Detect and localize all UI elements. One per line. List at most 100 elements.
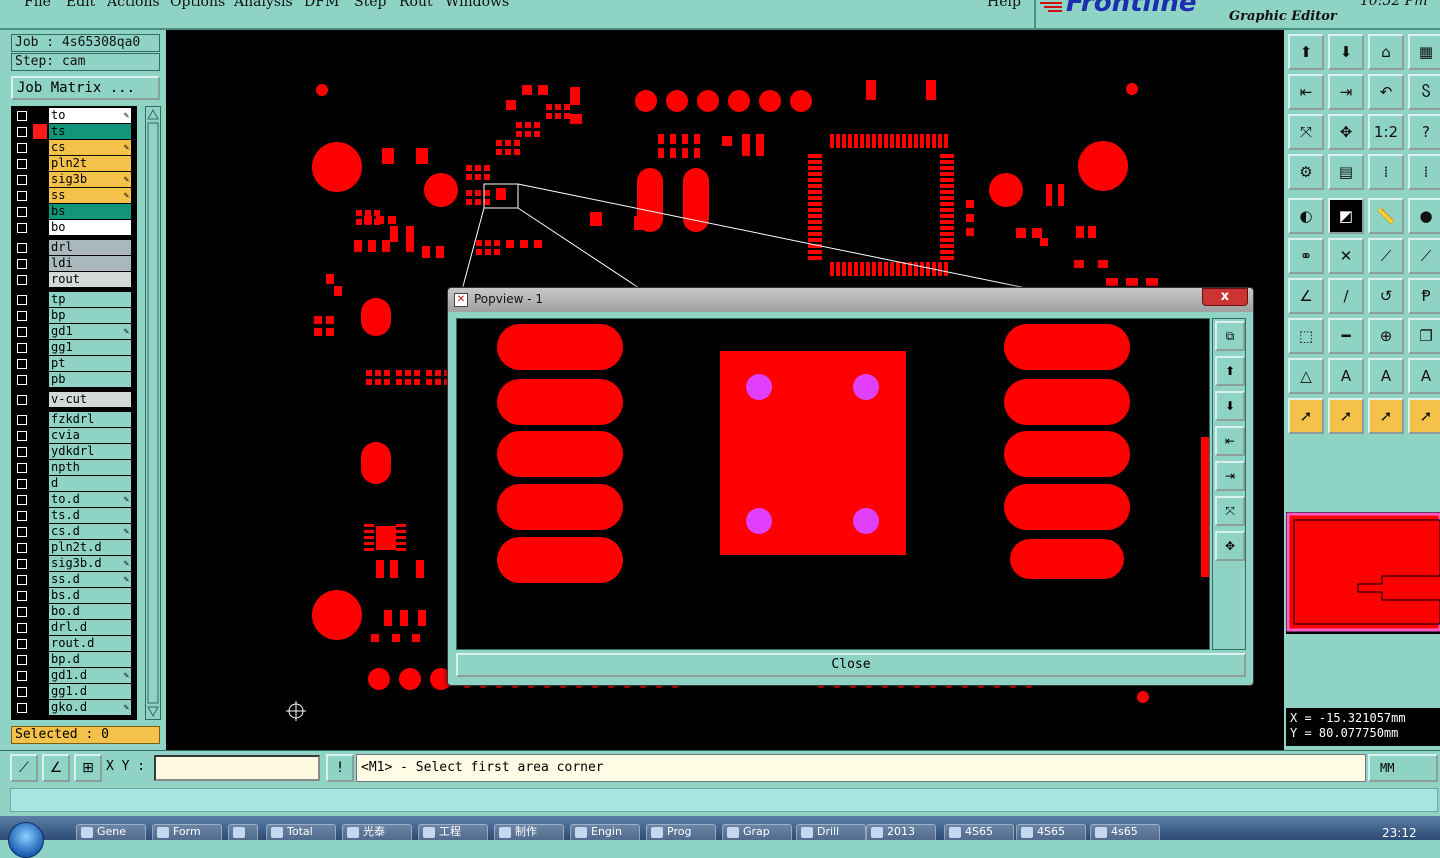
taskbar-item[interactable]: Form [152, 824, 222, 840]
layer-affected-marker[interactable] [33, 324, 47, 339]
popview-zoom-view[interactable] [456, 318, 1210, 650]
layer-affected-marker[interactable] [33, 476, 47, 491]
layer-affected-marker[interactable] [33, 272, 47, 287]
layer-name[interactable]: ss ✎ [49, 188, 131, 203]
popview-up-icon[interactable]: ⬆ [1215, 356, 1245, 386]
units-selector[interactable]: MM [1368, 754, 1438, 782]
open-job-icon[interactable]: ⬆ [1288, 34, 1324, 70]
menu-analysis[interactable]: Analysis [234, 0, 293, 10]
layer-visibility-checkbox[interactable] [17, 591, 27, 601]
diagonal-line-icon[interactable]: ⟋ [10, 754, 38, 782]
layer-affected-marker[interactable] [33, 292, 47, 307]
route-icon[interactable]: ⚭ [1288, 238, 1324, 274]
layer-affected-marker[interactable] [33, 372, 47, 387]
layer-visibility-checkbox[interactable] [17, 671, 27, 681]
layer-row[interactable]: cs.d ✎ [11, 524, 137, 540]
layer-visibility-checkbox[interactable] [17, 687, 27, 697]
layer-row[interactable]: to ✎ [11, 108, 137, 124]
layer-affected-marker[interactable] [33, 460, 47, 475]
layer-name[interactable]: gd1.d ✎ [49, 668, 131, 683]
xy-input[interactable] [154, 755, 320, 781]
layer-affected-marker[interactable] [33, 444, 47, 459]
popview-right-icon[interactable]: ⇥ [1215, 461, 1245, 491]
menu-file[interactable]: File [24, 0, 51, 10]
taskbar-item[interactable]: 工程 [418, 824, 488, 840]
menu-dfm[interactable]: DFM [304, 0, 339, 10]
layer-affected-marker[interactable] [33, 156, 47, 171]
layers-red2-icon[interactable]: ⁞ [1408, 154, 1440, 190]
exclamation-button[interactable]: ! [326, 754, 354, 782]
layer-affected-marker[interactable] [33, 392, 47, 407]
layer-visibility-checkbox[interactable] [17, 639, 27, 649]
layer-affected-marker[interactable] [33, 340, 47, 355]
connect-icon[interactable]: ⊕ [1368, 318, 1404, 354]
menu-actions[interactable]: Actions [107, 0, 160, 10]
layer-row[interactable]: fzkdrl [11, 412, 137, 428]
layer-row[interactable]: gd1 ✎ [11, 324, 137, 340]
menu-windows[interactable]: Windows [445, 0, 509, 10]
minimap[interactable] [1286, 512, 1440, 634]
layer-visibility-checkbox[interactable] [17, 111, 27, 121]
layer-name[interactable]: sig3b ✎ [49, 172, 131, 187]
layer-visibility-checkbox[interactable] [17, 275, 27, 285]
save-icon[interactable]: ⬇ [1328, 34, 1364, 70]
layer-row[interactable]: ts [11, 124, 137, 140]
layer-visibility-checkbox[interactable] [17, 559, 27, 569]
layer-visibility-checkbox[interactable] [17, 395, 27, 405]
layer-affected-marker[interactable] [33, 684, 47, 699]
taskbar-item[interactable]: Gene [76, 824, 146, 840]
layer-visibility-checkbox[interactable] [17, 543, 27, 553]
select-icon[interactable]: ➚ [1288, 398, 1324, 434]
layer-visibility-checkbox[interactable] [17, 703, 27, 713]
line-icon[interactable]: ⟋ [1368, 238, 1404, 274]
menu-help[interactable]: Help [987, 0, 1021, 10]
copy-icon[interactable]: ❐ [1408, 318, 1440, 354]
layer-name[interactable]: gd1 ✎ [49, 324, 131, 339]
menu-options[interactable]: Options [170, 0, 225, 10]
layer-affected-marker[interactable] [33, 108, 47, 123]
layer-name[interactable]: sig3b.d ✎ [49, 556, 131, 571]
layer-name[interactable]: cs.d ✎ [49, 524, 131, 539]
taskbar-item[interactable]: Prog [646, 824, 716, 840]
layer-visibility-checkbox[interactable] [17, 447, 27, 457]
taskbar-item[interactable]: Engin [570, 824, 640, 840]
taskbar-item[interactable]: 4S65 [1016, 824, 1086, 840]
slash-icon[interactable]: / [1328, 278, 1364, 314]
layer-name[interactable]: rout.d [49, 636, 131, 651]
layer-row[interactable]: gd1.d ✎ [11, 668, 137, 684]
menu-step[interactable]: Step [354, 0, 386, 10]
poly3-icon[interactable]: A [1368, 358, 1404, 394]
layer-visibility-checkbox[interactable] [17, 343, 27, 353]
layer-affected-marker[interactable] [33, 700, 47, 715]
popview-fit-icon[interactable]: ⤧ [1215, 496, 1245, 526]
poly2-icon[interactable]: A [1328, 358, 1364, 394]
layers-red-icon[interactable]: ⁞ [1368, 154, 1404, 190]
layer-visibility-checkbox[interactable] [17, 359, 27, 369]
layer-name[interactable]: gg1.d [49, 684, 131, 699]
layer-name[interactable]: ss.d ✎ [49, 572, 131, 587]
layer-visibility-checkbox[interactable] [17, 127, 27, 137]
layer-name[interactable]: cs ✎ [49, 140, 131, 155]
center-icon[interactable]: ✥ [1328, 114, 1364, 150]
undo-view-icon[interactable]: ↶ [1368, 74, 1404, 110]
layer-affected-marker[interactable] [33, 540, 47, 555]
layer-affected-marker[interactable] [33, 240, 47, 255]
layer-row[interactable]: bo [11, 220, 137, 236]
layer-affected-marker[interactable] [33, 604, 47, 619]
layer-affected-marker[interactable] [33, 256, 47, 271]
layer-visibility-checkbox[interactable] [17, 511, 27, 521]
text-icon[interactable]: Ᵽ [1408, 278, 1440, 314]
layer-row[interactable]: rout.d [11, 636, 137, 652]
layer-row[interactable]: ss.d ✎ [11, 572, 137, 588]
layer-affected-marker[interactable] [33, 588, 47, 603]
select2-icon[interactable]: ➚ [1328, 398, 1364, 434]
layer-row[interactable]: gg1.d [11, 684, 137, 700]
layer-row[interactable]: ss ✎ [11, 188, 137, 204]
dot-icon[interactable]: ● [1408, 198, 1440, 234]
layer-name[interactable]: to ✎ [49, 108, 131, 123]
layer-name[interactable]: pb [49, 372, 131, 387]
layer-row[interactable]: pln2t [11, 156, 137, 172]
ruler-icon[interactable]: 📏 [1368, 198, 1404, 234]
layer-row[interactable]: cvia [11, 428, 137, 444]
poly4-icon[interactable]: A [1408, 358, 1440, 394]
